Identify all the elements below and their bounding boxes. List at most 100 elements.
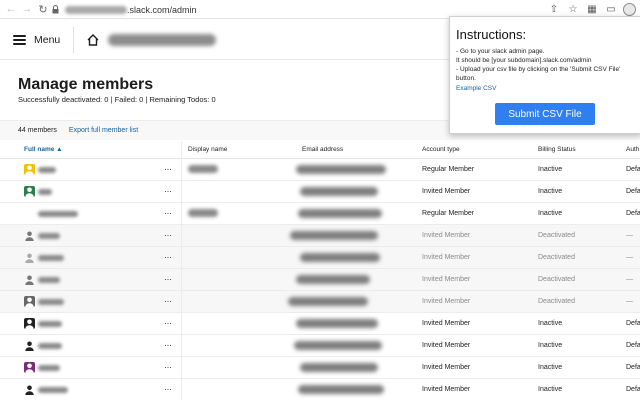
row-actions-icon[interactable]: ··· [164,362,172,372]
auth-cell: — [626,232,633,239]
table-row[interactable]: ··· Invited Member Inactive Defa [0,379,640,400]
share-icon[interactable]: ⇧ [547,2,561,16]
row-actions-icon[interactable]: ··· [164,340,172,350]
row-actions-icon[interactable]: ··· [164,384,172,394]
menu-button[interactable]: Menu [13,34,60,46]
window-icon[interactable]: ▭ [604,2,618,16]
billing-status-cell: Inactive [538,188,563,195]
example-csv-link[interactable]: Example CSV [456,85,634,92]
auth-cell: — [626,254,633,261]
back-arrow-icon[interactable]: ← [3,1,19,17]
column-full-name[interactable]: Full name ▲ [24,146,63,153]
email-redacted [300,187,378,196]
extension-instructions-popup: Instructions: - Go to your slack admin p… [449,16,640,134]
full-name-redacted [38,167,56,173]
billing-status-cell: Deactivated [538,254,575,261]
popup-title: Instructions: [456,27,527,42]
row-actions-icon[interactable]: ··· [164,230,172,240]
user-avatar-icon [24,186,35,197]
account-type-cell: Invited Member [422,188,471,195]
row-actions-icon[interactable]: ··· [164,164,172,174]
table-row[interactable]: ··· Invited Member Deactivated — [0,269,640,291]
user-avatar-icon [24,340,35,351]
table-row[interactable]: ··· Invited Member Inactive Defa [0,357,640,379]
column-account-type[interactable]: Account type [422,146,460,153]
table-row[interactable]: ··· Invited Member Inactive Defa [0,313,640,335]
instruction-line: - Go to your slack admin page. [456,48,545,55]
column-display-name[interactable]: Display name [188,146,227,153]
submit-csv-button[interactable]: Submit CSV File [495,103,595,125]
auth-cell: Defa [626,166,640,173]
email-redacted [296,165,386,174]
hamburger-icon [13,34,26,45]
row-actions-icon[interactable]: ··· [164,186,172,196]
full-name-redacted [38,365,60,371]
account-type-cell: Invited Member [422,386,471,393]
email-redacted [298,385,384,394]
account-type-cell: Invited Member [422,232,471,239]
row-actions-icon[interactable]: ··· [164,252,172,262]
export-member-list-link[interactable]: Export full member list [69,127,138,134]
table-row[interactable]: ··· Invited Member Inactive Defa [0,181,640,203]
column-email[interactable]: Email address [302,146,343,153]
column-billing-status[interactable]: Billing Status [538,146,576,153]
table-row[interactable]: ··· Invited Member Deactivated — [0,247,640,269]
display-name-redacted [188,165,218,173]
auth-cell: — [626,276,633,283]
billing-status-cell: Deactivated [538,232,575,239]
lock-icon [50,5,60,15]
full-name-redacted [38,233,60,239]
auth-cell: — [626,298,633,305]
user-avatar-icon [24,296,35,307]
column-auth[interactable]: Auth [626,146,639,153]
full-name-redacted [38,211,78,217]
full-name-redacted [38,299,64,305]
table-row[interactable]: ··· Regular Member Inactive Defa [0,159,640,181]
email-redacted [300,363,378,372]
full-name-redacted [38,387,68,393]
row-actions-icon[interactable]: ··· [164,318,172,328]
members-table: Full name ▲ Display name Email address A… [0,141,640,400]
full-name-redacted [38,189,52,195]
billing-status-cell: Inactive [538,364,563,371]
address-bar[interactable]: .slack.com/admin [50,2,610,17]
profile-avatar-icon[interactable] [623,2,636,16]
auth-cell: Defa [626,364,640,371]
billing-status-cell: Inactive [538,386,563,393]
auth-cell: Defa [626,210,640,217]
page-title: Manage members [18,76,154,93]
full-name-redacted [38,343,62,349]
account-type-cell: Invited Member [422,342,471,349]
row-actions-icon[interactable]: ··· [164,296,172,306]
user-avatar-icon [24,164,35,175]
user-avatar-icon [24,274,35,285]
table-row[interactable]: ··· Regular Member Inactive Defa [0,203,640,225]
header-divider [73,26,75,53]
table-body: ··· Regular Member Inactive Defa ··· Inv… [0,159,640,400]
table-row[interactable]: ··· Invited Member Deactivated — [0,225,640,247]
account-type-cell: Invited Member [422,320,471,327]
billing-status-cell: Deactivated [538,276,575,283]
home-icon[interactable] [86,33,100,47]
email-redacted [288,297,368,306]
url-text: .slack.com/admin [127,4,197,15]
table-row[interactable]: ··· Invited Member Deactivated — [0,291,640,313]
email-redacted [290,231,378,240]
deactivation-stats: Successfully deactivated: 0 | Failed: 0 … [18,95,216,104]
full-name-redacted [38,321,62,327]
user-avatar-icon [24,318,35,329]
user-avatar-icon [24,362,35,373]
account-type-cell: Invited Member [422,298,471,305]
account-type-cell: Regular Member [422,210,475,217]
instruction-line: It should be [your subdomain].slack.com/… [456,57,592,64]
url-redacted [65,5,127,14]
forward-arrow-icon[interactable]: → [19,1,35,17]
star-icon[interactable]: ☆ [566,2,580,16]
row-actions-icon[interactable]: ··· [164,274,172,284]
extensions-icon[interactable]: ▦ [585,2,599,16]
instruction-line: - Upload your csv file by clicking on th… [456,66,621,73]
table-row[interactable]: ··· Invited Member Inactive Defa [0,335,640,357]
account-type-cell: Invited Member [422,276,471,283]
reload-icon[interactable]: ↻ [35,1,51,17]
row-actions-icon[interactable]: ··· [164,208,172,218]
